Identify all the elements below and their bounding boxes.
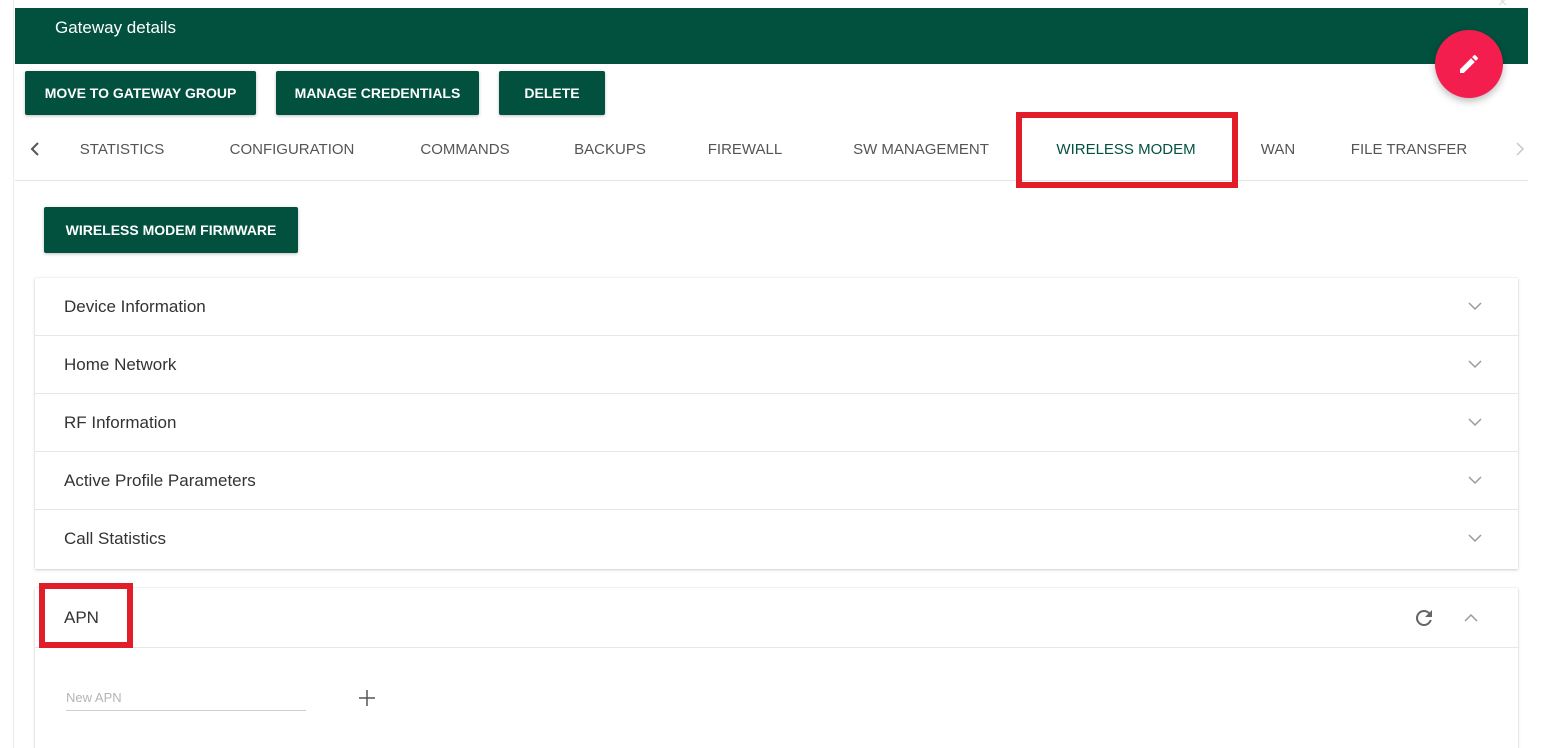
chevron-down-icon xyxy=(1468,302,1482,311)
refresh-icon[interactable] xyxy=(1412,606,1436,630)
panel-label: Home Network xyxy=(64,354,177,374)
tab-firewall[interactable]: FIREWALL xyxy=(695,117,795,181)
apn-panel: APN xyxy=(35,588,1518,748)
tab-configuration[interactable]: CONFIGURATION xyxy=(214,117,370,181)
header-bar: Gateway details × xyxy=(15,0,1528,64)
tab-sw-management[interactable]: SW MANAGEMENT xyxy=(832,117,1010,181)
pencil-icon xyxy=(1460,54,1479,73)
panel-active-profile-parameters[interactable]: Active Profile Parameters xyxy=(35,452,1518,510)
chevron-up-icon[interactable] xyxy=(1464,613,1478,623)
panel-label: Device Information xyxy=(64,296,206,316)
chevron-down-icon xyxy=(1468,360,1482,369)
tab-file-transfer[interactable]: FILE TRANSFER xyxy=(1336,117,1482,181)
accordion-panels: Device Information Home Network RF Infor… xyxy=(35,278,1518,569)
panel-call-statistics[interactable]: Call Statistics xyxy=(35,510,1518,568)
tab-scroll-left[interactable] xyxy=(23,137,47,161)
close-icon[interactable]: × xyxy=(1498,0,1512,11)
tab-commands[interactable]: COMMANDS xyxy=(404,117,526,181)
tab-wan[interactable]: WAN xyxy=(1242,117,1314,181)
new-apn-input[interactable] xyxy=(66,685,306,711)
chevron-right-icon xyxy=(1516,142,1525,156)
tab-statistics[interactable]: STATISTICS xyxy=(65,117,179,181)
panel-label: Active Profile Parameters xyxy=(64,470,256,490)
manage-credentials-button[interactable]: MANAGE CREDENTIALS xyxy=(276,71,479,115)
tab-backups[interactable]: BACKUPS xyxy=(560,117,660,181)
panel-device-information[interactable]: Device Information xyxy=(35,278,1518,336)
chevron-left-icon xyxy=(30,142,39,156)
apn-title: APN xyxy=(64,608,99,627)
left-border xyxy=(0,0,14,748)
tab-wireless-modem[interactable]: WIRELESS MODEM xyxy=(1031,117,1221,181)
wireless-modem-firmware-button[interactable]: WIRELESS MODEM FIRMWARE xyxy=(44,207,298,253)
page-title: Gateway details xyxy=(55,18,176,37)
plus-icon[interactable] xyxy=(357,688,377,708)
chevron-down-icon xyxy=(1468,418,1482,427)
tab-scroll-right[interactable] xyxy=(1508,137,1532,161)
panel-label: RF Information xyxy=(64,412,177,432)
panel-rf-information[interactable]: RF Information xyxy=(35,394,1518,452)
tab-bar: STATISTICS CONFIGURATION COMMANDS BACKUP… xyxy=(15,117,1528,181)
chevron-down-icon xyxy=(1468,476,1482,485)
chevron-down-icon xyxy=(1468,534,1482,543)
apn-panel-header[interactable]: APN xyxy=(35,588,1518,648)
panel-label: Call Statistics xyxy=(64,529,167,548)
panel-home-network[interactable]: Home Network xyxy=(35,336,1518,394)
gateway-details-page: Gateway details × MOVE TO GATEWAY GROUP … xyxy=(0,0,1542,748)
delete-button[interactable]: DELETE xyxy=(499,71,605,115)
edit-fab-button[interactable] xyxy=(1435,30,1503,98)
move-to-gateway-group-button[interactable]: MOVE TO GATEWAY GROUP xyxy=(25,71,256,115)
